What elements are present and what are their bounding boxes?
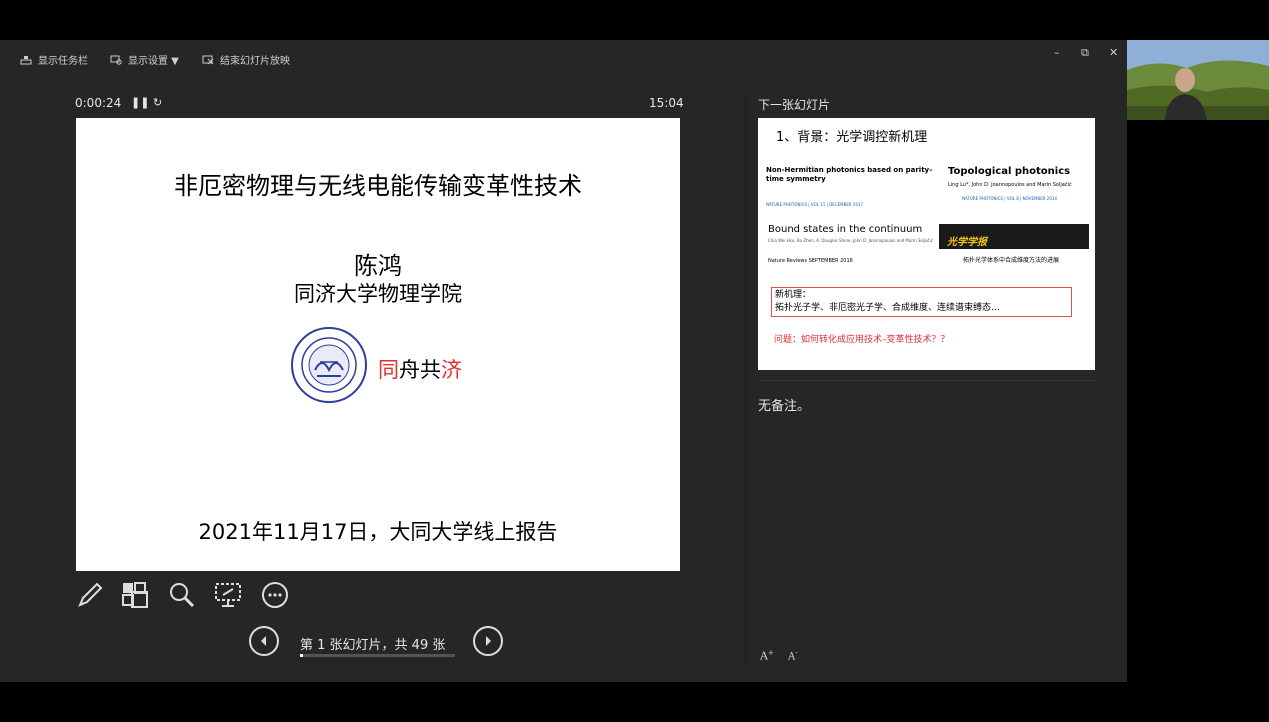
end-show-button[interactable]: 结束幻灯片放映 — [202, 52, 290, 67]
slide-motto: 同舟共济 — [378, 354, 462, 384]
end-show-icon — [202, 55, 214, 65]
preview-paper-3-authors: Chia Wei Hsu, Bo Zhen, A. Douglas Stone,… — [768, 238, 934, 243]
preview-paper-3-title: Bound states in the continuum — [768, 224, 923, 235]
end-show-label: 结束幻灯片放映 — [220, 56, 290, 67]
display-settings-button[interactable]: 显示设置 ▼ — [110, 52, 179, 67]
slide-institution: 同济大学物理学院 — [294, 282, 462, 306]
preview-box-line-1: 新机理： — [775, 290, 812, 300]
previous-slide-button[interactable] — [249, 626, 279, 656]
elapsed-timer: 0:00:24 — [75, 96, 122, 110]
notes-separator — [758, 380, 1095, 381]
preview-journal-name: 光学学报 — [947, 237, 987, 248]
more-icon[interactable] — [260, 580, 290, 610]
slide-title: 非厄密物理与无线电能传输变革性技术 — [174, 172, 582, 200]
slide-navigation: 第 1 张幻灯片，共 49 张 — [249, 626, 509, 662]
preview-highlight-box: 新机理： 拓扑光子学、非厄密光子学、合成维度、连续谱束缚态… — [771, 287, 1072, 317]
slide-author: 陈鸿 — [354, 252, 402, 280]
pause-icon[interactable]: ❚❚ — [131, 96, 149, 109]
pen-icon[interactable] — [75, 580, 105, 610]
preview-paper-3-meta: Nature Reviews SEPTEMBER 2016 — [768, 258, 853, 264]
display-settings-icon — [110, 55, 122, 65]
chevron-left-icon — [261, 636, 266, 646]
presenter-view: 显示任务栏 显示设置 ▼ 结束幻灯片放映 – ⧉ ✕ 0:00:24 ❚❚ ↻ … — [0, 40, 1127, 682]
font-increase-label: A — [760, 649, 768, 663]
slide-date-line: 2021年11月17日，大同大学线上报告 — [198, 520, 558, 544]
motto-part-3: 济 — [441, 358, 462, 382]
clock: 15:04 — [649, 96, 684, 110]
decrease-font-button[interactable]: A- — [788, 649, 798, 662]
close-button[interactable]: ✕ — [1109, 46, 1118, 59]
top-toolbar: 显示任务栏 显示设置 ▼ 结束幻灯片放映 – ⧉ ✕ — [0, 40, 1127, 76]
minimize-button[interactable]: – — [1054, 46, 1060, 59]
preview-paper-1-title: Non-Hermitian photonics based on parity–… — [766, 166, 933, 183]
preview-paper-2-title: Topological photonics — [948, 166, 1071, 177]
preview-journal-banner: 光学学报 — [939, 224, 1089, 249]
webcam-feed-image — [1127, 40, 1269, 120]
preview-paper-4-title: 拓扑光学体系中合成维度方法的进展 — [963, 257, 1060, 264]
restore-button[interactable]: ⧉ — [1081, 46, 1089, 60]
screen-icon[interactable] — [213, 580, 243, 610]
webcam-video — [1127, 40, 1269, 120]
speaker-notes[interactable]: 无备注。 — [758, 395, 810, 414]
preview-box-line-2: 拓扑光子学、非厄密光子学、合成维度、连续谱束缚态… — [775, 303, 1001, 313]
slide-progress-fill — [300, 654, 304, 657]
preview-paper-1-meta: NATURE PHOTONICS | VOL 11 | DECEMBER 201… — [766, 202, 864, 207]
pane-divider[interactable] — [745, 96, 746, 666]
motto-part-2: 舟共 — [399, 358, 441, 382]
motto-part-1: 同 — [378, 358, 399, 382]
slide-progress-bar[interactable] — [300, 654, 455, 657]
slide-grid-icon[interactable] — [120, 580, 150, 610]
preview-title: 1、背景：光学调控新机理 — [776, 130, 928, 145]
increase-font-button[interactable]: A+ — [760, 649, 774, 663]
zoom-icon[interactable] — [167, 580, 197, 610]
show-taskbar-button[interactable]: 显示任务栏 — [20, 52, 88, 67]
current-slide[interactable]: 非厄密物理与无线电能传输变革性技术 陈鸿 同济大学物理学院 同舟共济 2021年… — [76, 118, 680, 571]
preview-question: 问题：如何转化成应用技术–变革性技术？？ — [774, 335, 950, 345]
show-taskbar-label: 显示任务栏 — [38, 56, 88, 67]
preview-paper-2-meta: NATURE PHOTONICS | VOL 8 | NOVEMBER 2014 — [962, 196, 1057, 201]
display-settings-label: 显示设置 ▼ — [128, 56, 179, 67]
next-slide-button[interactable] — [473, 626, 503, 656]
next-slide-preview[interactable]: 1、背景：光学调控新机理 Non-Hermitian photonics bas… — [758, 118, 1095, 370]
restart-icon[interactable]: ↻ — [153, 96, 162, 109]
slide-counter: 第 1 张幻灯片，共 49 张 — [300, 638, 446, 653]
university-seal-icon — [291, 327, 367, 403]
next-slide-label: 下一张幻灯片 — [758, 98, 831, 112]
chevron-right-icon — [486, 636, 491, 646]
taskbar-icon — [20, 55, 32, 65]
preview-paper-2-authors: Ling Lu*, John D. Joannopoulos and Marin… — [948, 182, 1072, 188]
